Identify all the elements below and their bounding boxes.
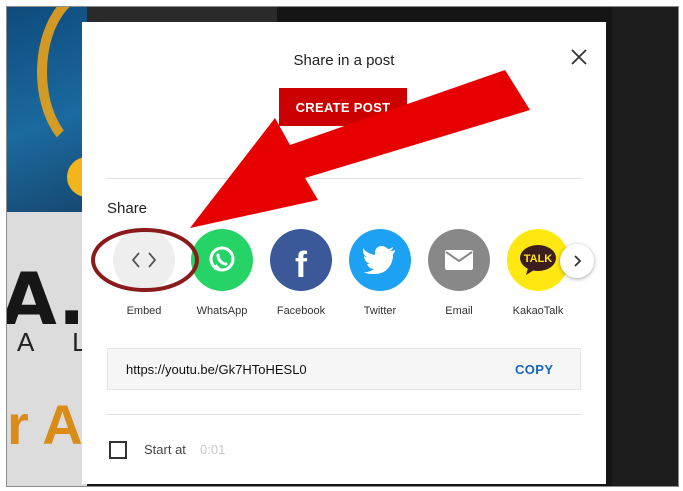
svg-text:TALK: TALK — [524, 253, 553, 265]
email-icon — [428, 229, 490, 291]
background-orange-text: r A — [7, 393, 83, 456]
share-target-label: WhatsApp — [196, 305, 248, 317]
share-url-field[interactable]: https://youtu.be/Gk7HToHESL0 COPY — [107, 348, 581, 390]
whatsapp-icon — [191, 229, 253, 291]
dialog-title: Share in a post — [293, 52, 395, 69]
embed-icon — [113, 229, 175, 291]
start-at-label: Start at — [144, 442, 186, 457]
create-post-button[interactable]: CREATE POST — [279, 88, 407, 126]
background-right-panel — [612, 7, 678, 486]
share-target-label: KakaoTalk — [512, 305, 564, 317]
subscriber-count: 637 sub... — [303, 148, 352, 160]
start-at-value[interactable]: 0:01 — [200, 442, 225, 457]
share-target-label: Embed — [126, 305, 162, 317]
chevron-right-icon — [574, 255, 582, 267]
copy-button[interactable]: COPY — [515, 362, 553, 377]
share-url: https://youtu.be/Gk7HToHESL0 — [126, 362, 307, 377]
start-at-checkbox[interactable] — [109, 441, 127, 459]
share-heading: Share — [107, 200, 148, 217]
divider — [106, 414, 582, 415]
close-icon — [571, 49, 587, 65]
twitter-icon — [349, 229, 411, 291]
share-target-label: Facebook — [276, 305, 326, 317]
close-button[interactable] — [568, 46, 590, 68]
facebook-icon: f — [270, 229, 332, 291]
share-dialog: Share in a post CREATE POST 637 sub... S… — [82, 22, 606, 484]
share-target-label: Twitter — [363, 305, 397, 317]
divider — [106, 178, 582, 179]
share-target-label: Email — [445, 305, 473, 317]
next-button[interactable] — [560, 244, 594, 278]
